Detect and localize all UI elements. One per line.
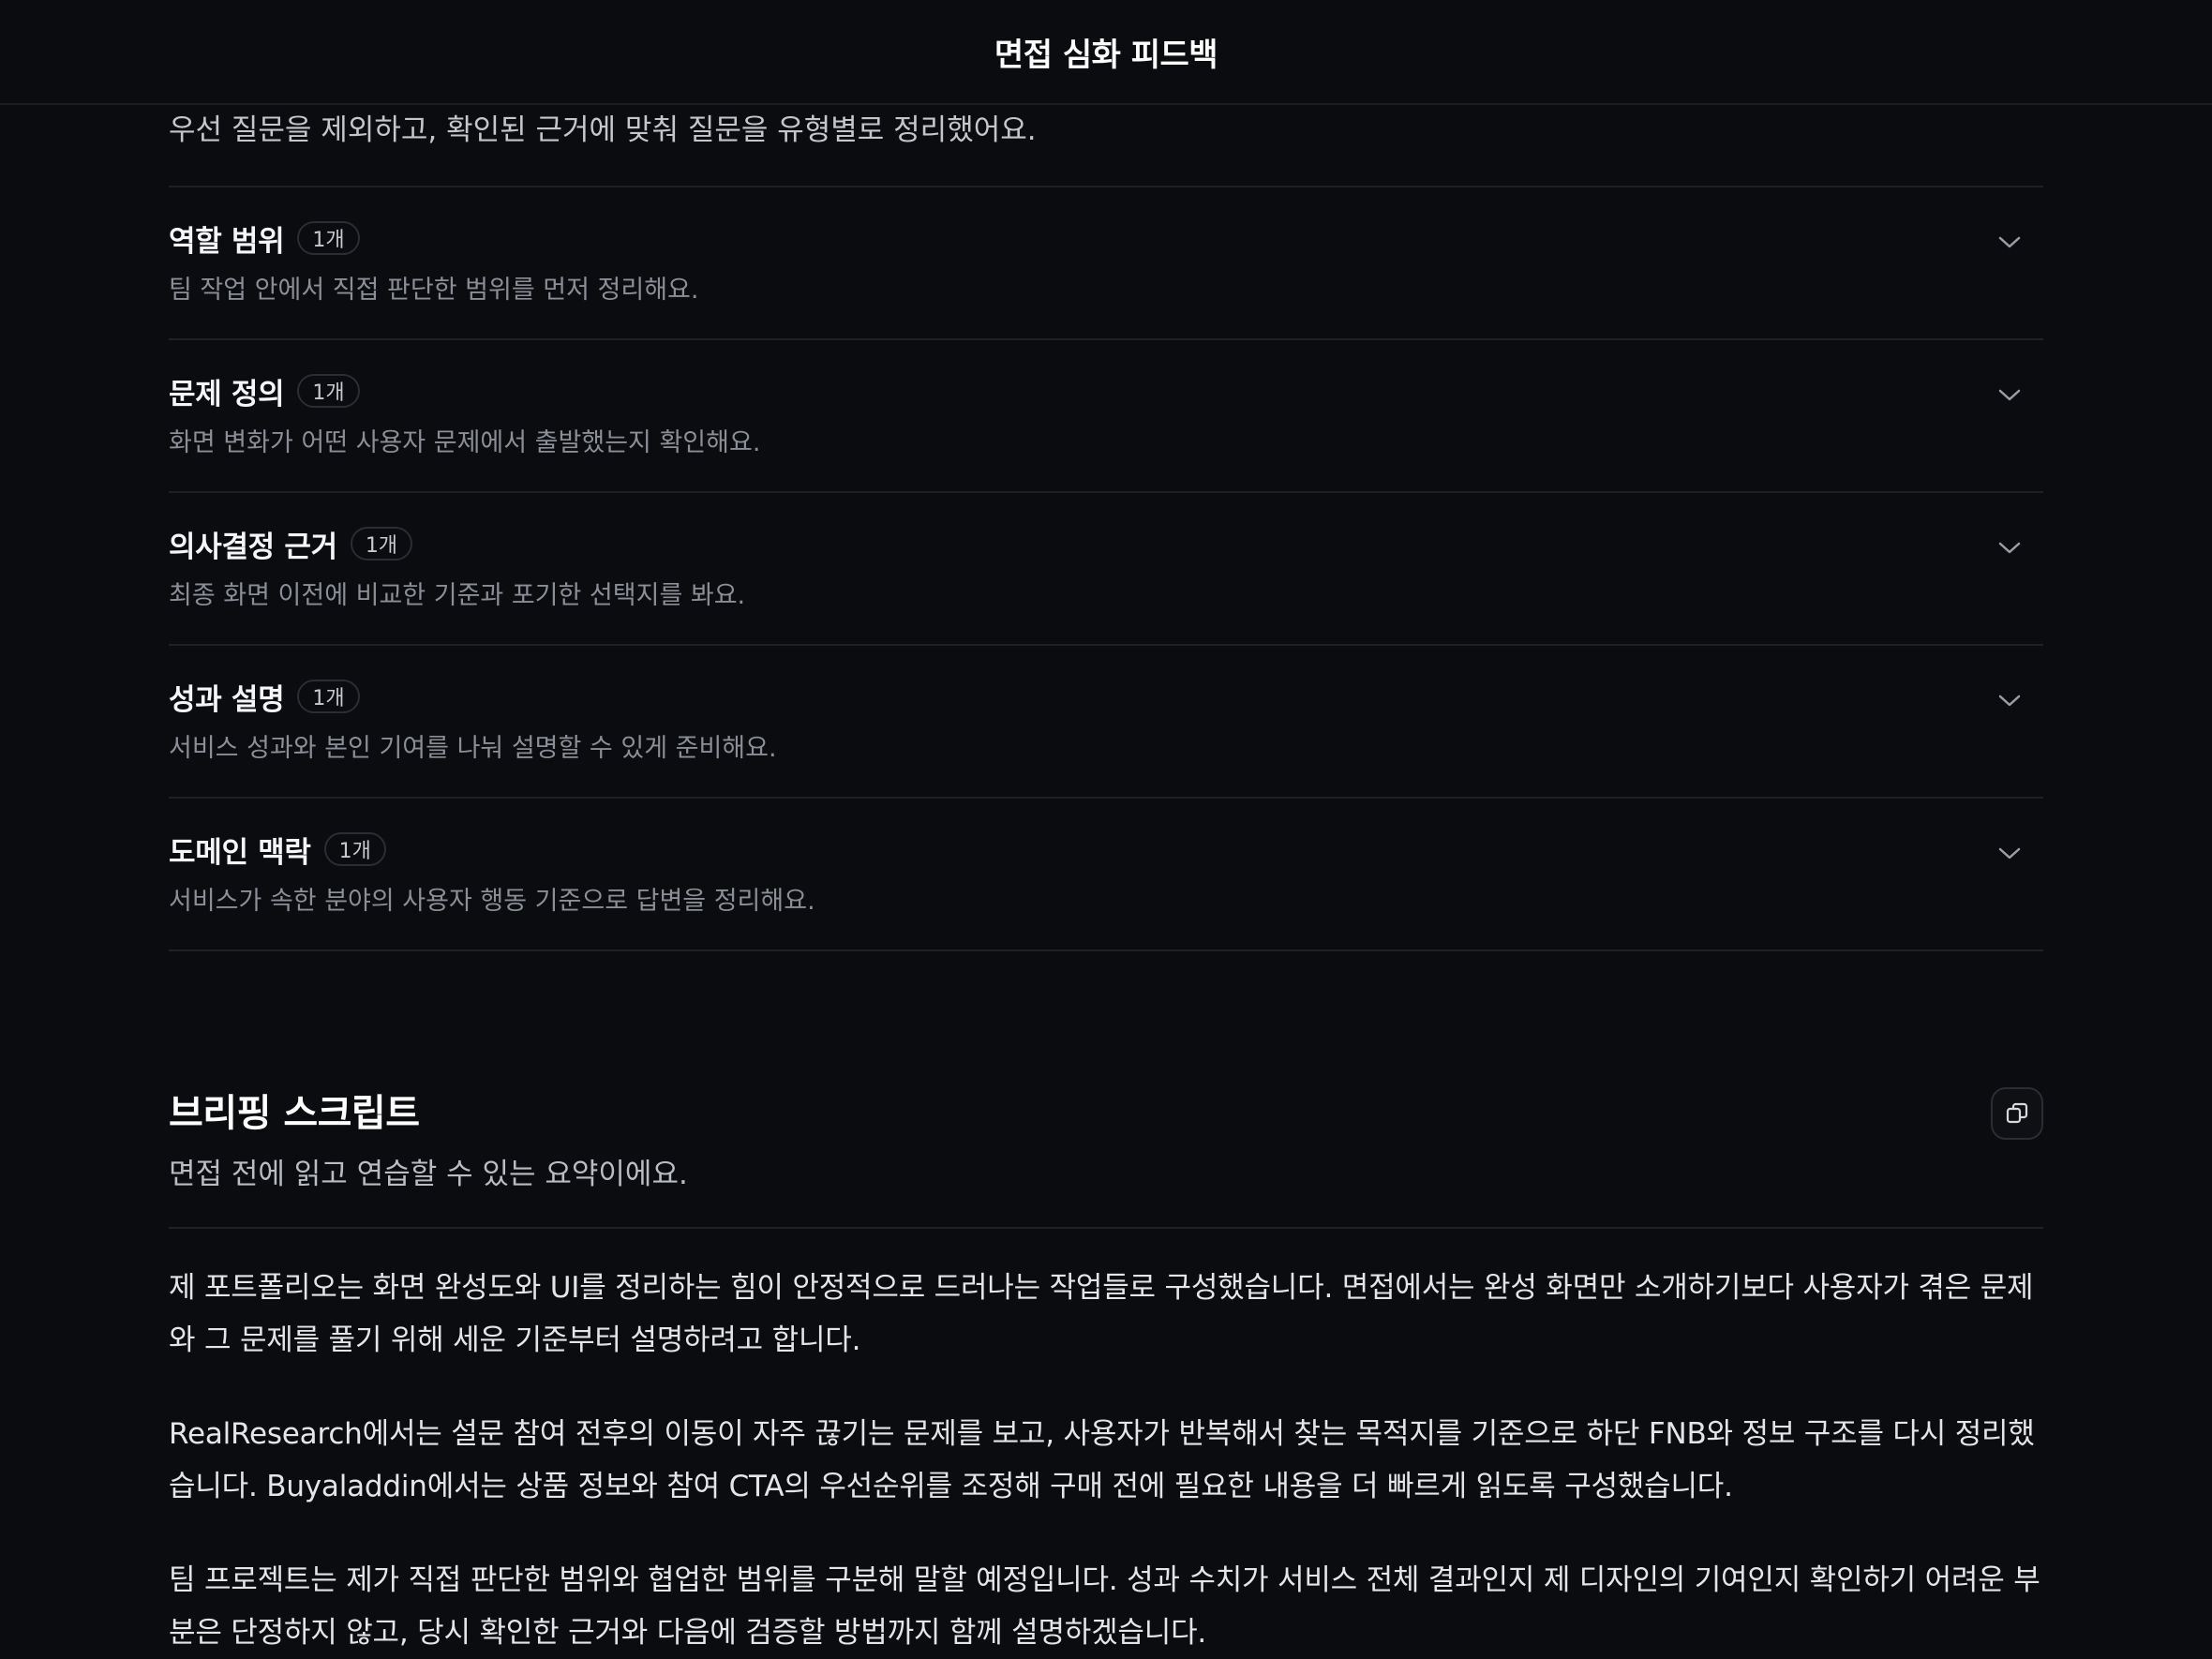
- category-item-decision-rationale[interactable]: 의사결정 근거 1개 최종 화면 이전에 비교한 기준과 포기한 선택지를 봐요…: [169, 493, 2043, 646]
- chevron-down-icon[interactable]: [1995, 838, 2025, 868]
- category-description: 팀 작업 안에서 직접 판단한 범위를 먼저 정리해요.: [169, 276, 699, 305]
- briefing-paragraph: RealResearch에서는 설문 참여 전후의 이동이 자주 끊기는 문제를…: [169, 1417, 2035, 1503]
- chevron-down-icon[interactable]: [1995, 227, 2025, 257]
- category-description: 화면 변화가 어떤 사용자 문제에서 출발했는지 확인해요.: [169, 428, 761, 457]
- category-description: 서비스 성과와 본인 기여를 나눠 설명할 수 있게 준비해요.: [169, 734, 777, 763]
- category-description: 최종 화면 이전에 비교한 기준과 포기한 선택지를 봐요.: [169, 581, 746, 610]
- count-badge: 1개: [297, 680, 360, 713]
- chevron-down-icon[interactable]: [1995, 685, 2025, 715]
- copy-icon: [2006, 1102, 2028, 1124]
- divider: [169, 1227, 2043, 1229]
- page-title: 면접 심화 피드백: [994, 36, 1218, 74]
- briefing-paragraph: 제 포트폴리오는 화면 완성도와 UI를 정리하는 힘이 안정적으로 드러나는 …: [169, 1271, 2034, 1357]
- category-description: 서비스가 속한 분야의 사용자 행동 기준으로 답변을 정리해요.: [169, 887, 815, 916]
- page: 면접 심화 피드백 우선 질문을 제외하고, 확인된 근거에 맞춰 질문을 유형…: [0, 0, 2212, 1659]
- category-item-role-scope[interactable]: 역할 범위 1개 팀 작업 안에서 직접 판단한 범위를 먼저 정리해요.: [169, 186, 2043, 340]
- category-title: 역할 범위: [169, 224, 285, 259]
- copy-button[interactable]: [1991, 1087, 2043, 1140]
- category-item-domain-context[interactable]: 도메인 맥락 1개 서비스가 속한 분야의 사용자 행동 기준으로 답변을 정리…: [169, 799, 2043, 951]
- category-title: 성과 설명: [169, 682, 285, 717]
- count-badge: 1개: [323, 832, 386, 866]
- count-badge: 1개: [297, 221, 360, 255]
- top-bar: 면접 심화 피드백: [0, 0, 2212, 105]
- briefing-paragraph: 팀 프로젝트는 제가 직접 판단한 범위와 협업한 범위를 구분해 말할 예정입…: [169, 1563, 2040, 1650]
- category-title: 문제 정의: [169, 377, 285, 411]
- count-badge: 1개: [297, 374, 360, 408]
- chevron-down-icon[interactable]: [1995, 380, 2025, 410]
- category-item-results-explanation[interactable]: 성과 설명 1개 서비스 성과와 본인 기여를 나눠 설명할 수 있게 준비해요…: [169, 646, 2043, 799]
- intro-text: 우선 질문을 제외하고, 확인된 근거에 맞춰 질문을 유형별로 정리했어요.: [169, 113, 1037, 147]
- count-badge: 1개: [350, 527, 413, 560]
- briefing-section-title: 브리핑 스크립트: [169, 1092, 420, 1135]
- category-title: 의사결정 근거: [169, 530, 337, 564]
- question-category-list: 역할 범위 1개 팀 작업 안에서 직접 판단한 범위를 먼저 정리해요. 문제…: [169, 186, 2043, 951]
- category-title: 도메인 맥락: [169, 835, 311, 870]
- category-item-problem-definition[interactable]: 문제 정의 1개 화면 변화가 어떤 사용자 문제에서 출발했는지 확인해요.: [169, 340, 2043, 493]
- chevron-down-icon[interactable]: [1995, 532, 2025, 562]
- briefing-section-subtitle: 면접 전에 읽고 연습할 수 있는 요약이에요.: [169, 1158, 688, 1191]
